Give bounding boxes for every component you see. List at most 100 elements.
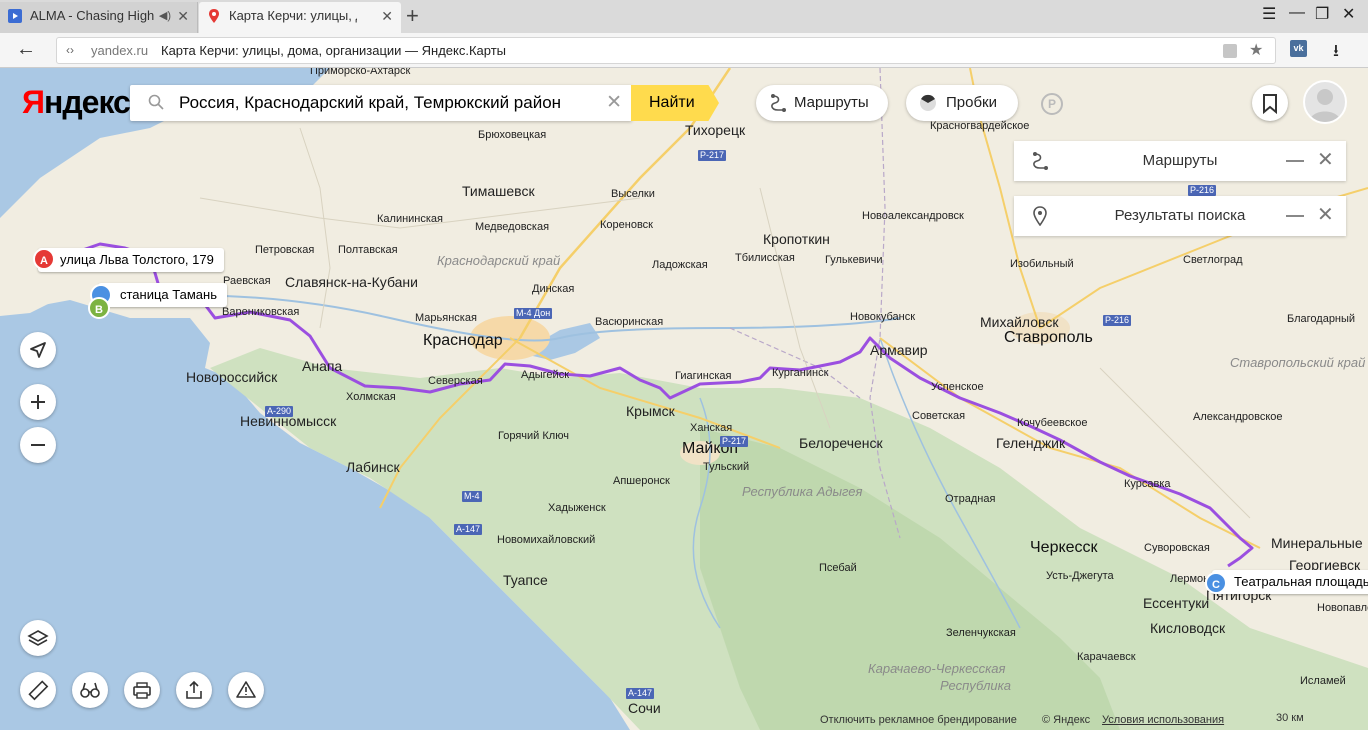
road-sign: A-147	[454, 524, 483, 535]
city-label: Краснодар	[423, 332, 503, 349]
region-label: Республика Адыгея	[742, 484, 863, 499]
place-label: Курганинск	[772, 367, 829, 379]
place-label: Калининская	[377, 213, 444, 225]
place-label: Крымск	[626, 403, 675, 419]
zoom-out-button[interactable]	[20, 427, 56, 463]
back-arrow-icon[interactable]: ←	[16, 38, 36, 61]
search-icon	[148, 94, 164, 110]
minimize-panel-icon[interactable]	[1286, 215, 1304, 217]
place-label: Благодарный	[1287, 313, 1356, 325]
clear-icon[interactable]: ✕	[606, 91, 622, 114]
new-tab-button[interactable]: +	[406, 3, 419, 29]
bookmarks-button[interactable]	[1252, 85, 1288, 121]
waypoint-b-label[interactable]: станица Тамань	[98, 283, 227, 307]
search-box[interactable]: Россия, Краснодарский край, Темрюкский р…	[130, 85, 632, 121]
url-field[interactable]: ‹› yandex.ru Карта Керчи: улицы, дома, о…	[56, 37, 1276, 64]
place-label: Курсавка	[1124, 478, 1171, 490]
place-label: Карачаевск	[1077, 651, 1136, 663]
place-label: Медведовская	[475, 221, 550, 233]
close-panel-icon[interactable]: ✕	[1317, 203, 1334, 227]
waypoint-c-pin[interactable]: C	[1205, 572, 1227, 594]
place-label: Хадыженск	[548, 502, 606, 514]
window-close-icon[interactable]: ✕	[1342, 4, 1355, 24]
waypoint-a-label[interactable]: улица Льва Толстого, 179	[38, 248, 224, 272]
place-label: Кропоткин	[763, 231, 830, 247]
minimize-panel-icon[interactable]	[1286, 160, 1304, 162]
place-label: Анапа	[302, 358, 343, 374]
speaker-icon[interactable]: ◀)	[159, 2, 171, 30]
search-input[interactable]: Россия, Краснодарский край, Темрюкский р…	[179, 93, 561, 113]
share-button[interactable]	[176, 672, 212, 708]
traffic-button[interactable]: Пробки	[906, 85, 1018, 121]
tab-title: Карта Керчи: улицы, дом	[229, 8, 357, 23]
layers-button[interactable]	[20, 620, 56, 656]
place-label: Александровское	[1193, 411, 1283, 423]
road-sign: A-290	[265, 406, 294, 417]
place-label: Динская	[532, 283, 575, 295]
place-label: Брюховецкая	[478, 129, 547, 141]
place-label: Ханская	[690, 422, 733, 434]
place-label: Новоалександровск	[862, 210, 964, 222]
place-label: Выселки	[611, 188, 655, 200]
place-label: Славянск-на-Кубани	[285, 274, 418, 290]
zoom-in-button[interactable]	[20, 384, 56, 420]
menu-icon[interactable]: ☰	[1262, 4, 1276, 24]
close-icon[interactable]: ✕	[381, 2, 393, 30]
place-label: Полтавская	[338, 244, 398, 256]
place-label: Горячий Ключ	[498, 430, 569, 442]
search-results-panel[interactable]: Результаты поиска ✕	[1014, 196, 1346, 236]
yandex-logo[interactable]: Яндекс	[22, 84, 131, 121]
panorama-button[interactable]	[72, 672, 108, 708]
place-label: Тимашевск	[462, 183, 535, 199]
region-label: Ставропольский край	[1230, 355, 1366, 370]
restore-icon[interactable]: ❐	[1315, 4, 1329, 24]
place-label: Васюринская	[595, 316, 664, 328]
place-label: Лабинск	[346, 459, 400, 475]
ruler-button[interactable]	[20, 672, 56, 708]
geolocation-button[interactable]	[20, 332, 56, 368]
minimize-icon[interactable]: —	[1289, 4, 1305, 22]
lock-icon[interactable]	[1223, 44, 1237, 58]
map-canvas[interactable]: Приморско-Ахтарск Брюховецкая Тихорецк К…	[0, 68, 1368, 730]
routes-button-label: Маршруты	[794, 94, 869, 111]
place-label: Минеральные	[1271, 535, 1363, 551]
place-label: Приморско-Ахтарск	[310, 68, 411, 77]
vk-extension-icon[interactable]: vk	[1290, 40, 1307, 57]
waypoint-b-pin[interactable]: B	[88, 297, 110, 319]
tab-yandex-maps[interactable]: Карта Керчи: улицы, дом ✕	[199, 2, 401, 33]
close-icon[interactable]: ✕	[177, 2, 189, 30]
download-icon[interactable]: ⭳	[1333, 38, 1339, 67]
place-label: Изобильный	[1010, 258, 1074, 270]
site-info-icon[interactable]: ‹›	[66, 38, 74, 63]
road-sign: М-4 Дон	[514, 308, 553, 319]
place-label: Гулькевичи	[825, 254, 883, 266]
layers-icon	[27, 630, 49, 646]
print-button[interactable]	[124, 672, 160, 708]
navigation-arrow-icon	[30, 342, 46, 358]
parking-icon[interactable]: P	[1041, 93, 1063, 115]
share-icon	[186, 680, 202, 699]
waypoint-c-label[interactable]: Театральная площадь	[1212, 570, 1368, 594]
place-label: Новомихайловский	[497, 534, 596, 546]
terms-link[interactable]: Условия использования	[1102, 714, 1224, 726]
place-label: Тульский	[703, 461, 750, 473]
traffic-icon	[920, 94, 936, 111]
tab-alma[interactable]: ALMA - Chasing High ◀) ✕	[0, 2, 198, 33]
close-panel-icon[interactable]: ✕	[1317, 148, 1334, 172]
find-button[interactable]: Найти	[631, 85, 719, 121]
place-label: Суворовская	[1144, 542, 1210, 554]
routes-button[interactable]: Маршруты	[756, 85, 888, 121]
place-label: Псебай	[819, 562, 857, 574]
waypoint-a-pin[interactable]: A	[33, 248, 55, 270]
routes-panel[interactable]: Маршруты ✕	[1014, 141, 1346, 181]
place-label: Варениковская	[222, 306, 300, 318]
avatar[interactable]	[1303, 80, 1347, 124]
report-error-button[interactable]	[228, 672, 264, 708]
place-label: Светлоград	[1183, 254, 1243, 266]
logo-letter: Я	[22, 84, 45, 120]
place-label: Советская	[912, 410, 966, 422]
ad-branding-off-link[interactable]: Отключить рекламное брендирование	[820, 714, 1017, 726]
place-label: Гиагинская	[675, 370, 732, 382]
bookmark-icon	[1263, 94, 1277, 115]
star-icon[interactable]: ★	[1249, 38, 1263, 63]
